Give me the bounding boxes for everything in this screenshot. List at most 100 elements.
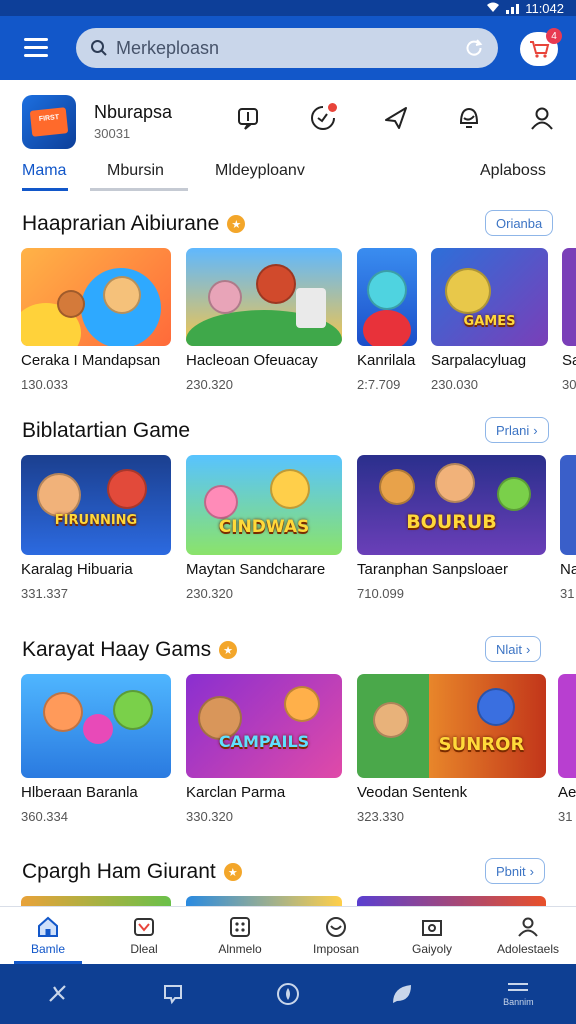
game-title: Hlberaan Baranla bbox=[21, 784, 138, 801]
section-more-button[interactable]: Nlait › bbox=[485, 636, 542, 662]
timer-notification-dot bbox=[328, 103, 337, 112]
game-meta: 31 bbox=[558, 809, 573, 824]
game-thumbnail: GAMES bbox=[431, 248, 548, 346]
game-meta: 230.320 bbox=[186, 377, 233, 392]
tab-mama[interactable]: Mama bbox=[22, 162, 66, 180]
wifi-icon bbox=[486, 1, 500, 16]
header-actions bbox=[232, 100, 560, 136]
sys-menu-button[interactable]: Bannim bbox=[498, 974, 538, 1014]
game-meta: 230.320 bbox=[186, 586, 233, 601]
category-tabs: Mama Mbursin Mldeyploanv Aplaboss bbox=[0, 156, 576, 194]
signal-icon bbox=[506, 3, 520, 14]
game-thumbnail bbox=[21, 248, 171, 346]
game-meta: 230.030 bbox=[431, 377, 478, 392]
app-logo[interactable]: FIRST bbox=[22, 95, 76, 149]
leaf-icon bbox=[393, 985, 412, 1003]
coin-icon: ★ bbox=[223, 863, 242, 881]
nav-deal[interactable]: Dleal bbox=[96, 907, 192, 964]
profile-name: Nburapsa bbox=[94, 102, 173, 122]
game-card-row: FIRUNNING Karalag Hibuaria 331.337 CINDW… bbox=[0, 455, 576, 615]
send-icon[interactable] bbox=[378, 100, 414, 136]
profile-subtitle: 30031 bbox=[94, 126, 131, 141]
game-card[interactable]: SUNROR Veodan Sentenk 323.330 bbox=[357, 674, 546, 824]
tab-mbursin[interactable]: Mbursin bbox=[107, 162, 164, 180]
game-card[interactable]: CAMPAILS Karclan Parma 330.320 bbox=[186, 674, 342, 824]
system-navigation: Bannim bbox=[0, 964, 576, 1024]
section-title: Biblatartian Game bbox=[22, 419, 191, 442]
game-card[interactable]: BOURUB Taranphan Sanpsloaer 710.099 bbox=[357, 455, 546, 601]
game-title: Karclan Parma bbox=[186, 784, 286, 801]
smile-icon bbox=[326, 916, 346, 937]
game-card[interactable]: CINDWAS Maytan Sandcharare 230.320 bbox=[186, 455, 342, 601]
tab-aplaboss[interactable]: Aplaboss bbox=[480, 162, 546, 180]
chevron-right-icon: › bbox=[526, 641, 531, 657]
cart-badge: 4 bbox=[546, 28, 562, 44]
tab-mldeyploanv[interactable]: Mldeyploanv bbox=[215, 162, 305, 180]
game-thumbnail: CAMPAILS bbox=[186, 674, 342, 778]
section-title: Cpargh Ham Giurant ★ bbox=[22, 860, 242, 884]
app-bar: 4 bbox=[0, 16, 576, 80]
game-meta: 331.337 bbox=[21, 586, 68, 601]
game-thumbnail: FIRUNNING bbox=[21, 455, 171, 555]
notification-icon[interactable] bbox=[451, 100, 487, 136]
sys-tools-button[interactable] bbox=[38, 974, 78, 1014]
nav-gaiyoly[interactable]: Gaiyoly bbox=[384, 907, 480, 964]
refresh-icon[interactable] bbox=[464, 38, 484, 58]
game-card[interactable]: FIRUNNING Karalag Hibuaria 331.337 bbox=[21, 455, 171, 601]
game-card-row: Hlberaan Baranla 360.334 CAMPAILS Karcla… bbox=[0, 674, 576, 834]
nav-adolestaels[interactable]: Adolestaels bbox=[480, 907, 576, 964]
game-thumbnail: CINDWAS bbox=[186, 455, 342, 555]
section-title: Karayat Haay Gams ★ bbox=[22, 638, 238, 662]
game-meta: 710.099 bbox=[357, 586, 404, 601]
game-meta: 30 bbox=[562, 377, 576, 392]
grid-icon bbox=[230, 916, 250, 937]
bottom-navigation: Bamle Dleal Alnmelo Imposan Gaiyoly Adol… bbox=[0, 906, 576, 964]
game-card[interactable]: Ae 31 bbox=[558, 674, 576, 824]
account-icon bbox=[518, 917, 538, 937]
search-input[interactable] bbox=[116, 37, 464, 59]
sys-home-button[interactable] bbox=[268, 974, 308, 1014]
game-card[interactable]: Hlberaan Baranla 360.334 bbox=[21, 674, 171, 824]
game-card[interactable]: Ceraka I Mandapsan 130.033 bbox=[21, 248, 171, 392]
game-card[interactable]: Na 31 bbox=[560, 455, 576, 601]
user-icon[interactable] bbox=[524, 100, 560, 136]
game-title: Sarpalacyluag bbox=[431, 352, 527, 369]
game-thumbnail bbox=[357, 248, 417, 346]
game-title: Veodan Sentenk bbox=[357, 784, 468, 801]
sys-chat-button[interactable] bbox=[153, 974, 193, 1014]
game-card[interactable]: GAMES Sarpalacyluag 230.030 bbox=[431, 248, 548, 392]
search-bar bbox=[76, 28, 498, 68]
search-icon bbox=[91, 40, 107, 56]
menu-button[interactable] bbox=[24, 38, 48, 58]
section-title: Haaprarian Aibiurane ★ bbox=[22, 212, 246, 236]
timer-icon[interactable] bbox=[305, 100, 341, 136]
nav-home[interactable]: Bamle bbox=[0, 907, 96, 964]
game-meta: 31 bbox=[560, 586, 575, 601]
game-card[interactable]: Hacleoan Ofeuacay 230.320 bbox=[186, 248, 342, 392]
game-card[interactable]: Sa 30 bbox=[562, 248, 576, 392]
book-icon[interactable] bbox=[232, 100, 268, 136]
game-thumbnail: BOURUB bbox=[357, 455, 546, 555]
coin-icon: ★ bbox=[219, 641, 238, 659]
sys-leaf-button[interactable] bbox=[383, 974, 423, 1014]
chat-icon bbox=[163, 985, 182, 1005]
game-thumbnail: SUNROR bbox=[357, 674, 546, 778]
chevron-right-icon: › bbox=[529, 863, 534, 879]
nav-imposan[interactable]: Imposan bbox=[288, 907, 384, 964]
profile-header: FIRST Nburapsa 30031 bbox=[22, 94, 172, 150]
list-icon bbox=[508, 983, 529, 991]
cart-button[interactable]: 4 bbox=[520, 28, 562, 66]
game-title: Na bbox=[560, 561, 576, 578]
game-card[interactable]: Kanrilala 2:7.709 bbox=[357, 248, 417, 392]
section-more-button[interactable]: Prlani › bbox=[485, 417, 549, 443]
nav-alnmelo[interactable]: Alnmelo bbox=[192, 907, 288, 964]
game-meta: 2:7.709 bbox=[357, 377, 401, 392]
section-more-button[interactable]: Pbnit › bbox=[485, 858, 545, 884]
section-more-button[interactable]: Orianba bbox=[485, 210, 554, 236]
wallet-icon bbox=[422, 919, 442, 936]
circle-home-icon bbox=[276, 983, 299, 1005]
game-title: Ae bbox=[558, 784, 576, 801]
game-title: Taranphan Sanpsloaer bbox=[357, 561, 508, 578]
status-time: 11:042 bbox=[525, 0, 564, 16]
menu-icon bbox=[24, 38, 48, 41]
